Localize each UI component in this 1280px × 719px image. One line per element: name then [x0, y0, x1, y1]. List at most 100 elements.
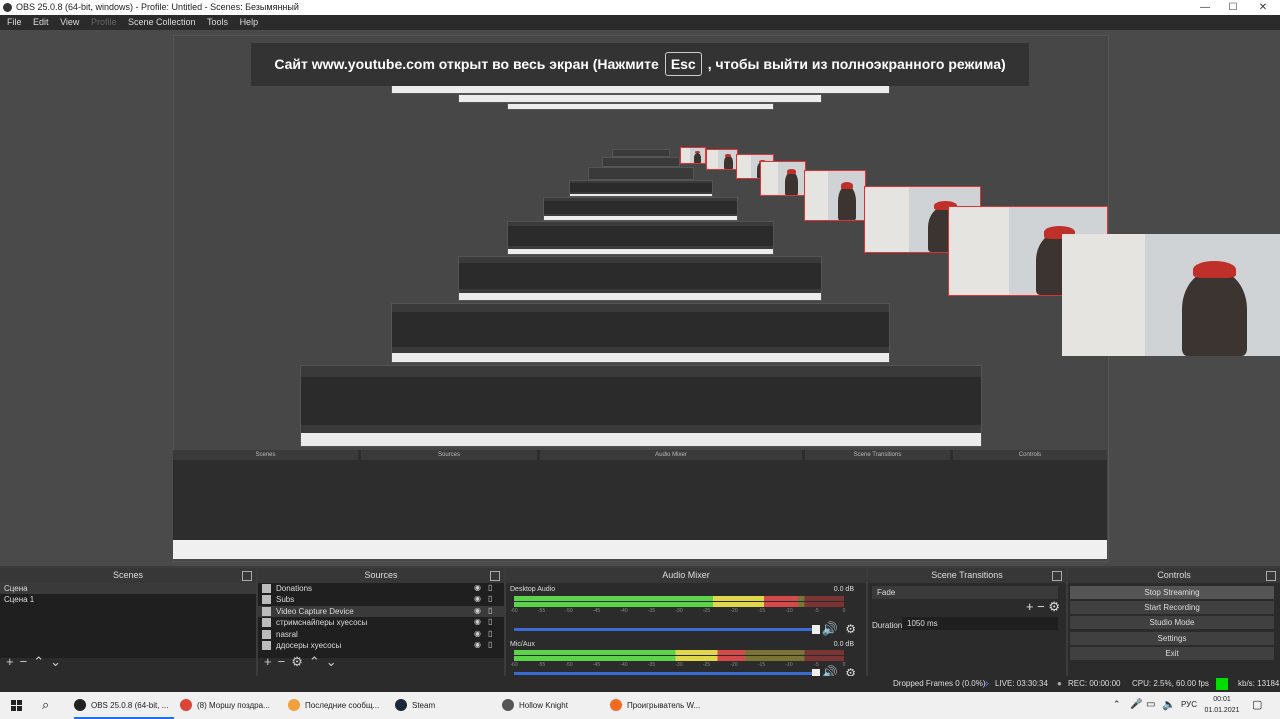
transition-select[interactable]: Fade: [872, 586, 1058, 599]
menu-file[interactable]: File: [7, 17, 22, 27]
menu-profile[interactable]: Profile: [91, 17, 117, 27]
duration-input[interactable]: 1050 ms: [902, 617, 1058, 630]
undock-icon[interactable]: [1266, 571, 1276, 581]
dropped-frames: Dropped Frames 0 (0.0%): [893, 679, 986, 688]
maximize-button[interactable]: ☐: [1218, 0, 1248, 15]
settings-button[interactable]: Settings: [1070, 632, 1274, 645]
lock-icon[interactable]: ▯: [488, 640, 496, 649]
source-item[interactable]: Donations ◉ ▯: [258, 583, 504, 594]
meter-tick-label: -50: [565, 608, 573, 614]
taskbar-item[interactable]: OBS 25.0.8 (64-bit, ...: [74, 692, 174, 719]
volume-meter: [514, 650, 844, 655]
obs-icon: [3, 3, 12, 12]
preview-canvas[interactable]: Scenes Sources Audio Mixer Scene Transit…: [0, 30, 1280, 566]
remove-icon[interactable]: −: [20, 654, 28, 669]
scenes-list[interactable]: Сцена Сцена 1: [0, 583, 256, 658]
studio-mode-button[interactable]: Studio Mode: [1070, 616, 1274, 629]
language-indicator[interactable]: РУС: [1181, 700, 1197, 709]
source-label: стримснайперы хуесосы: [276, 618, 368, 628]
microphone-icon[interactable]: 🎤: [1130, 699, 1142, 710]
taskbar-item[interactable]: Hollow Knight: [502, 692, 602, 719]
move-down-icon[interactable]: ⌄: [326, 654, 337, 669]
chevron-up-icon[interactable]: ⌃: [1113, 699, 1121, 710]
network-icon[interactable]: ▭: [1146, 699, 1155, 710]
gear-icon[interactable]: ⚙: [845, 622, 856, 636]
window-title: OBS 25.0.8 (64-bit, windows) - Profile: …: [16, 2, 299, 12]
remove-icon[interactable]: −: [278, 654, 286, 669]
rec-time: REC: 00:00:00: [1068, 679, 1121, 688]
gear-icon[interactable]: ⚙: [1048, 599, 1060, 614]
volume-icon[interactable]: 🔈: [1162, 698, 1176, 711]
donationalerts-icon: [288, 699, 300, 711]
menu-edit[interactable]: Edit: [33, 17, 49, 27]
lock-icon[interactable]: ▯: [488, 618, 496, 626]
undock-icon[interactable]: [1052, 571, 1062, 581]
eye-icon[interactable]: ◉: [474, 606, 482, 615]
source-item[interactable]: стримснайперы хуесосы ◉ ▯: [258, 617, 504, 628]
nested-screen-frame: [300, 365, 982, 447]
close-button[interactable]: ✕: [1248, 0, 1278, 15]
taskbar-item[interactable]: (8) Моршу поздра...: [180, 692, 280, 719]
meter-tick-label: -15: [757, 608, 766, 614]
gear-icon[interactable]: ⚙: [291, 654, 303, 669]
move-down-icon[interactable]: ⌄: [50, 654, 61, 669]
scene-item[interactable]: Сцена: [0, 583, 256, 594]
stop-streaming-button[interactable]: Stop Streaming: [1070, 586, 1274, 599]
lock-icon[interactable]: ▯: [488, 629, 496, 638]
eye-icon[interactable]: ◉: [474, 595, 482, 603]
meter-ticks: -60 -55 -50 -45 -40 -35 -30 -25 -20 -15 -10 -5 0: [510, 608, 845, 614]
scene-item[interactable]: Сцена 1: [0, 594, 256, 605]
source-item[interactable]: nasral ◉ ▯: [258, 629, 504, 640]
menu-view[interactable]: View: [60, 17, 79, 27]
source-type-icon: [262, 640, 271, 650]
search-icon[interactable]: ⌕: [42, 697, 49, 713]
source-item[interactable]: Video Capture Device ◉ ▯: [258, 605, 504, 618]
eye-icon[interactable]: ◉: [474, 618, 482, 626]
exit-button[interactable]: Exit: [1070, 647, 1274, 660]
taskbar-item[interactable]: Последние сообщ...: [288, 692, 388, 719]
source-item[interactable]: Subs ◉ ▯: [258, 594, 504, 605]
lock-icon[interactable]: ▯: [488, 595, 496, 603]
clock[interactable]: 00:01 01.01.2021: [1204, 694, 1240, 716]
lock-icon[interactable]: ▯: [488, 606, 496, 615]
add-icon[interactable]: +: [264, 654, 272, 669]
taskbar-item[interactable]: Проигрыватель W...: [610, 692, 710, 719]
menu-tools[interactable]: Tools: [207, 17, 228, 27]
windows-start-icon[interactable]: [11, 700, 23, 712]
wifi-icon: ⟡: [984, 679, 990, 688]
volume-slider[interactable]: [514, 625, 820, 634]
add-icon[interactable]: +: [6, 654, 14, 669]
eye-icon[interactable]: ◉: [474, 640, 482, 649]
remove-icon[interactable]: −: [1037, 599, 1045, 614]
eye-icon[interactable]: ◉: [474, 584, 482, 592]
meter-tick-label: -5: [814, 608, 819, 614]
sources-list[interactable]: Donations ◉ ▯ Subs ◉ ▯ Video Capture Device ◉…: [258, 583, 504, 658]
meter-tick-label: -55: [537, 662, 546, 668]
minimize-button[interactable]: —: [1190, 0, 1220, 15]
start-recording-button[interactable]: Start Recording: [1070, 601, 1274, 614]
source-type-icon: [262, 629, 271, 639]
eye-icon[interactable]: ◉: [474, 629, 482, 638]
scenes-dock: Scenes Сцена Сцена 1 + − ⌃ ⌄: [0, 568, 256, 688]
meter-tick-label: -60: [510, 662, 518, 668]
taskbar-item[interactable]: Steam: [395, 692, 495, 719]
nested-screen-frame: [543, 197, 738, 221]
menu-scene-collection[interactable]: Scene Collection: [128, 17, 196, 27]
volume-slider[interactable]: [514, 669, 820, 678]
lock-icon[interactable]: ▯: [488, 584, 496, 592]
controls-dock: Controls Stop Streaming Start Recording …: [1068, 568, 1280, 688]
nested-screen-frame: [612, 149, 670, 157]
move-up-icon[interactable]: ⌃: [309, 654, 320, 669]
move-up-icon[interactable]: ⌃: [33, 654, 44, 669]
undock-icon[interactable]: [490, 571, 500, 581]
speaker-icon[interactable]: 🔊: [822, 621, 838, 637]
rec-dot-icon: ●: [1057, 679, 1062, 688]
undock-icon[interactable]: [242, 571, 252, 581]
notification-icon[interactable]: ▢: [1252, 698, 1262, 711]
meter-tick-label: -55: [537, 608, 546, 614]
menu-help[interactable]: Help: [240, 17, 259, 27]
add-icon[interactable]: +: [1026, 599, 1034, 614]
meter-tick-label: -40: [620, 662, 628, 668]
source-item[interactable]: ддосеры хуесосы ◉ ▯: [258, 640, 504, 651]
duration-label: Duration: [872, 621, 903, 630]
